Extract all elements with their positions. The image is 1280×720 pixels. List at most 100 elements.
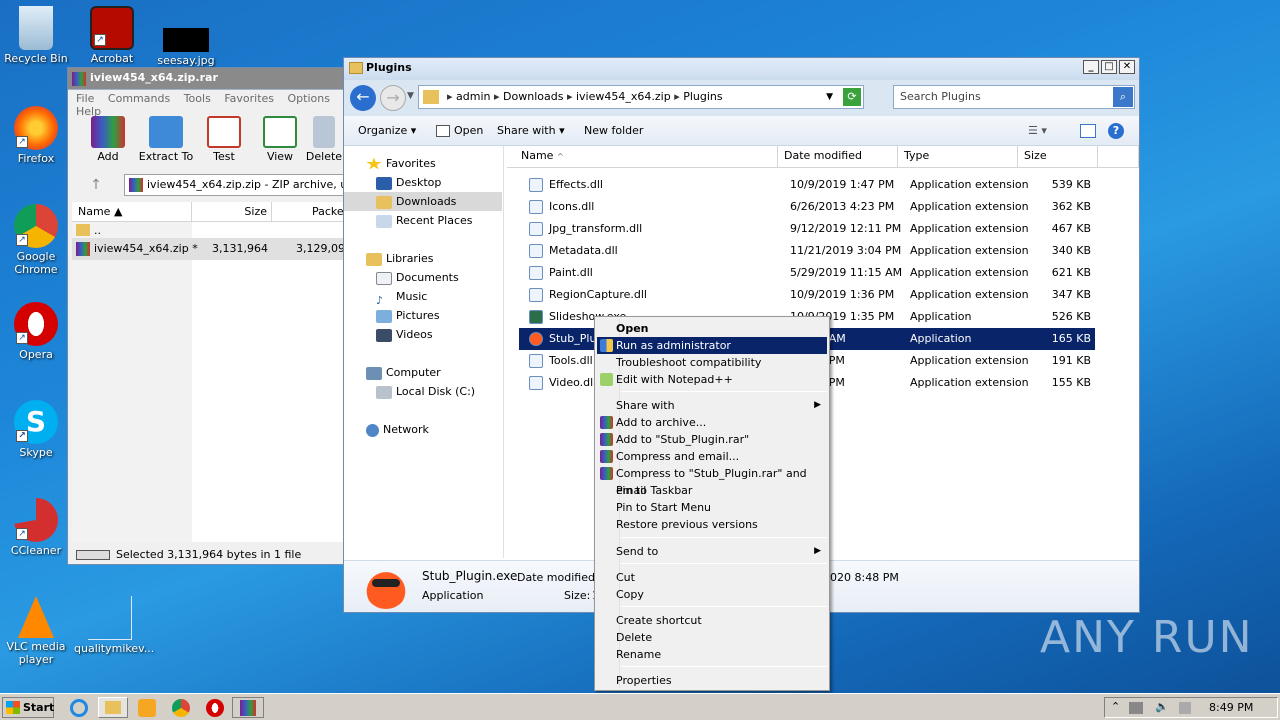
help-icon[interactable]: ?: [1108, 123, 1124, 139]
nav-libraries[interactable]: Libraries: [344, 249, 502, 268]
nav-recent-places[interactable]: Recent Places: [344, 211, 502, 230]
menu-edit-notepad[interactable]: Edit with Notepad++: [597, 371, 827, 388]
search-input[interactable]: Search Plugins ⌕: [893, 85, 1135, 109]
menu-add-to-archive[interactable]: Add to archive...: [597, 414, 827, 431]
file-row[interactable]: Icons.dll 6/26/2013 4:23 PM Application ex…: [519, 196, 1095, 218]
nav-local-disk[interactable]: Local Disk (C:): [344, 382, 502, 401]
breadcrumb-downloads[interactable]: Downloads: [503, 90, 563, 103]
menu-properties[interactable]: Properties: [597, 672, 827, 689]
menu-create-shortcut[interactable]: Create shortcut: [597, 612, 827, 629]
file-row[interactable]: RegionCapture.dll 10/9/2019 1:36 PM Applic…: [519, 284, 1095, 306]
file-row[interactable]: Metadata.dll 11/21/2019 3:04 PM Applicatio…: [519, 240, 1095, 262]
taskbar-winrar-button[interactable]: [232, 697, 264, 718]
menu-open[interactable]: Open: [597, 320, 827, 337]
nav-documents[interactable]: Documents: [344, 268, 502, 287]
rar-up-button[interactable]: ↑: [76, 174, 116, 196]
menu-copy[interactable]: Copy: [597, 586, 827, 603]
menu-commands[interactable]: Commands: [108, 92, 170, 105]
desktop-icon-skype[interactable]: S ↗ Skype: [0, 400, 72, 459]
desktop-icon-qualitymike[interactable]: qualitymikev...: [74, 596, 154, 655]
rar-test-button[interactable]: Test: [194, 116, 254, 163]
menu-compress-rar-email[interactable]: Compress to "Stub_Plugin.rar" and email: [597, 465, 827, 497]
rar-delete-button[interactable]: Delete: [302, 116, 346, 163]
menu-run-as-admin[interactable]: Run as administrator: [597, 337, 827, 354]
menu-tools[interactable]: Tools: [184, 92, 211, 105]
menu-cut[interactable]: Cut: [597, 569, 827, 586]
nav-downloads[interactable]: Downloads: [344, 192, 502, 211]
back-button[interactable]: ←: [350, 85, 376, 111]
desktop-icon-ccleaner[interactable]: ↗ CCleaner: [0, 498, 72, 557]
col-packed[interactable]: Packed: [272, 202, 351, 222]
refresh-icon[interactable]: ⟳: [843, 88, 861, 106]
rar-extract-button[interactable]: Extract To: [136, 116, 196, 163]
nav-computer[interactable]: Computer: [344, 363, 502, 382]
start-button[interactable]: Start: [2, 697, 54, 718]
menu-options[interactable]: Options: [288, 92, 330, 105]
organize-button[interactable]: Organize ▾: [358, 116, 416, 146]
rar-add-button[interactable]: Add: [78, 116, 138, 163]
menu-send-to[interactable]: Send to ▶: [597, 543, 827, 560]
col-size[interactable]: Size: [1018, 146, 1098, 168]
view-options-icon[interactable]: ☰ ▾: [1028, 116, 1047, 146]
taskbar-opera-icon[interactable]: [206, 699, 224, 717]
menu-rename[interactable]: Rename: [597, 646, 827, 663]
nav-desktop[interactable]: Desktop: [344, 173, 502, 192]
file-row[interactable]: Jpg_transform.dll 9/12/2019 12:11 PM Appli…: [519, 218, 1095, 240]
breadcrumb-plugins[interactable]: Plugins: [683, 90, 722, 103]
history-dropdown-icon[interactable]: ▼: [407, 91, 414, 101]
desktop-icon-firefox[interactable]: ↗ Firefox: [0, 106, 72, 165]
menu-file[interactable]: File: [76, 92, 94, 105]
menu-compress-email[interactable]: Compress and email...: [597, 448, 827, 465]
col-name[interactable]: Name ▲: [72, 202, 192, 222]
rar-path-field[interactable]: iview454_x64.zip.zip - ZIP archive, unpa: [124, 174, 348, 196]
preview-pane-icon[interactable]: [1080, 124, 1096, 138]
explorer-titlebar[interactable]: Plugins _ □ ✕: [344, 58, 1139, 80]
taskbar-ie-icon[interactable]: [70, 699, 88, 717]
tray-flag-icon[interactable]: [1179, 702, 1191, 714]
file-row[interactable]: Paint.dll 5/29/2019 11:15 AM Application e…: [519, 262, 1095, 284]
breadcrumb-zip[interactable]: iview454_x64.zip: [576, 90, 671, 103]
taskbar-chrome-icon[interactable]: [172, 699, 190, 717]
desktop-icon-vlc[interactable]: VLC media player: [0, 596, 72, 666]
maximize-button[interactable]: □: [1101, 60, 1117, 74]
tray-network-icon[interactable]: [1129, 702, 1143, 714]
menu-share-with[interactable]: Share with ▶: [597, 397, 827, 414]
taskbar-media-player-icon[interactable]: [138, 699, 156, 717]
col-size[interactable]: Size: [192, 202, 272, 222]
nav-pictures[interactable]: Pictures: [344, 306, 502, 325]
desktop-icon-opera[interactable]: ↗ Opera: [0, 302, 72, 361]
file-row[interactable]: Effects.dll 10/9/2019 1:47 PM Application …: [519, 174, 1095, 196]
taskbar-explorer-button[interactable]: [98, 697, 128, 718]
tray-volume-icon[interactable]: 🔈: [1155, 700, 1169, 713]
clock[interactable]: 8:49 PM: [1209, 701, 1253, 714]
nav-music[interactable]: ♪ Music: [344, 287, 502, 307]
close-button[interactable]: ✕: [1119, 60, 1135, 74]
menu-restore-versions[interactable]: Restore previous versions: [597, 516, 827, 533]
menu-add-to-rar[interactable]: Add to "Stub_Plugin.rar": [597, 431, 827, 448]
breadcrumb-admin[interactable]: admin: [456, 90, 490, 103]
desktop-icon-chrome[interactable]: ↗ Google Chrome: [0, 204, 72, 276]
address-dropdown-icon[interactable]: ▼: [826, 86, 833, 108]
menu-troubleshoot[interactable]: Troubleshoot compatibility: [597, 354, 827, 371]
col-name[interactable]: Name ^: [507, 146, 778, 168]
search-icon[interactable]: ⌕: [1113, 87, 1133, 107]
col-date-modified[interactable]: Date modified: [778, 146, 898, 168]
tray-expand-icon[interactable]: ⌃: [1111, 700, 1120, 713]
nav-favorites[interactable]: Favorites: [344, 154, 502, 173]
nav-network[interactable]: Network: [344, 420, 502, 439]
share-with-button[interactable]: Share with ▾: [497, 116, 565, 146]
desktop-icon-acrobat[interactable]: ↗ Acrobat: [76, 6, 148, 65]
minimize-button[interactable]: _: [1083, 60, 1099, 74]
col-type[interactable]: Type: [898, 146, 1018, 168]
address-bar[interactable]: ▸ admin ▸ Downloads ▸ iview454_x64.zip ▸…: [418, 85, 864, 109]
table-row[interactable]: iview454_x64.zip * 3,131,964 3,129,092: [72, 238, 352, 260]
menu-pin-taskbar[interactable]: Pin to Taskbar: [597, 482, 827, 499]
winrar-titlebar[interactable]: iview454_x64.zip.rar: [68, 68, 346, 90]
rar-view-button[interactable]: View: [250, 116, 310, 163]
desktop-icon-recycle-bin[interactable]: Recycle Bin: [0, 6, 72, 65]
open-button[interactable]: Open: [436, 116, 483, 146]
menu-delete[interactable]: Delete: [597, 629, 827, 646]
new-folder-button[interactable]: New folder: [584, 116, 643, 146]
menu-pin-start[interactable]: Pin to Start Menu: [597, 499, 827, 516]
forward-button[interactable]: →: [380, 85, 406, 111]
